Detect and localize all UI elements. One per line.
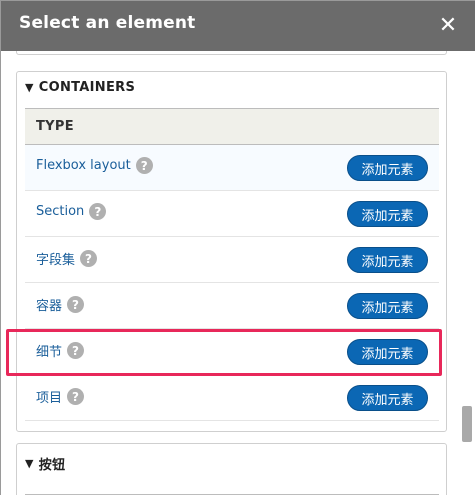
element-label: Section [36, 204, 85, 219]
add-element-button[interactable]: 添加元素 [347, 339, 428, 365]
element-label: 细节 [36, 345, 63, 360]
element-label: 字段集 [36, 253, 76, 268]
question-mark-icon[interactable]: ? [67, 388, 85, 405]
triangle-down-icon: ▼ [25, 457, 34, 470]
element-label: 项目 [36, 391, 63, 406]
containers-legend-label: CONTAINERS [38, 80, 136, 95]
table-row: Section ? 添加元素 [25, 191, 439, 237]
element-label: 容器 [36, 299, 63, 314]
buttons-legend[interactable]: ▼ 按钮 [25, 454, 65, 473]
add-element-button[interactable]: 添加元素 [347, 293, 428, 319]
question-mark-icon[interactable]: ? [67, 296, 85, 313]
table-row: Flexbox layout ? 添加元素 [25, 145, 439, 191]
element-link-flexbox-layout[interactable]: Flexbox layout ? [36, 157, 153, 174]
element-link-section[interactable]: Section ? [36, 203, 107, 220]
add-element-button[interactable]: 添加元素 [347, 247, 428, 273]
question-mark-icon[interactable]: ? [135, 157, 153, 174]
close-icon[interactable]: ✕ [433, 10, 463, 40]
question-mark-icon[interactable]: ? [80, 250, 98, 267]
containers-fieldset: ▼ CONTAINERS TYPE Flexbox layout ? 添加元素 … [16, 71, 447, 432]
table-row: 项目 ? 添加元素 [25, 375, 439, 421]
add-element-button[interactable]: 添加元素 [347, 155, 428, 181]
dialog-content: ▼ CONTAINERS TYPE Flexbox layout ? 添加元素 … [1, 51, 475, 495]
element-link-container[interactable]: 容器 ? [36, 295, 85, 314]
elements-table: TYPE Flexbox layout ? 添加元素 Section ? 添加元… [25, 108, 439, 421]
dialog-title: Select an element [19, 13, 196, 33]
add-element-button[interactable]: 添加元素 [347, 201, 428, 227]
element-link-item[interactable]: 项目 ? [36, 387, 85, 406]
table-row: 容器 ? 添加元素 [25, 283, 439, 329]
add-element-button[interactable]: 添加元素 [347, 385, 428, 411]
question-mark-icon[interactable]: ? [67, 342, 85, 359]
previous-fieldset-edge [16, 51, 447, 55]
triangle-down-icon: ▼ [25, 81, 34, 94]
buttons-fieldset: ▼ 按钮 [16, 443, 447, 495]
element-link-fieldset[interactable]: 字段集 ? [36, 249, 98, 268]
scrollbar-thumb[interactable] [462, 406, 472, 442]
dialog-titlebar: Select an element ✕ [1, 1, 475, 51]
containers-legend[interactable]: ▼ CONTAINERS [25, 80, 135, 95]
element-link-details[interactable]: 细节 ? [36, 341, 85, 360]
question-mark-icon[interactable]: ? [89, 203, 107, 220]
buttons-legend-label: 按钮 [38, 458, 66, 473]
table-header-type: TYPE [25, 108, 439, 145]
element-label: Flexbox layout [36, 158, 131, 173]
table-row: 字段集 ? 添加元素 [25, 237, 439, 283]
table-row: 细节 ? 添加元素 [25, 329, 439, 375]
select-element-dialog: Select an element ✕ ▼ CONTAINERS TYPE Fl… [0, 0, 475, 495]
